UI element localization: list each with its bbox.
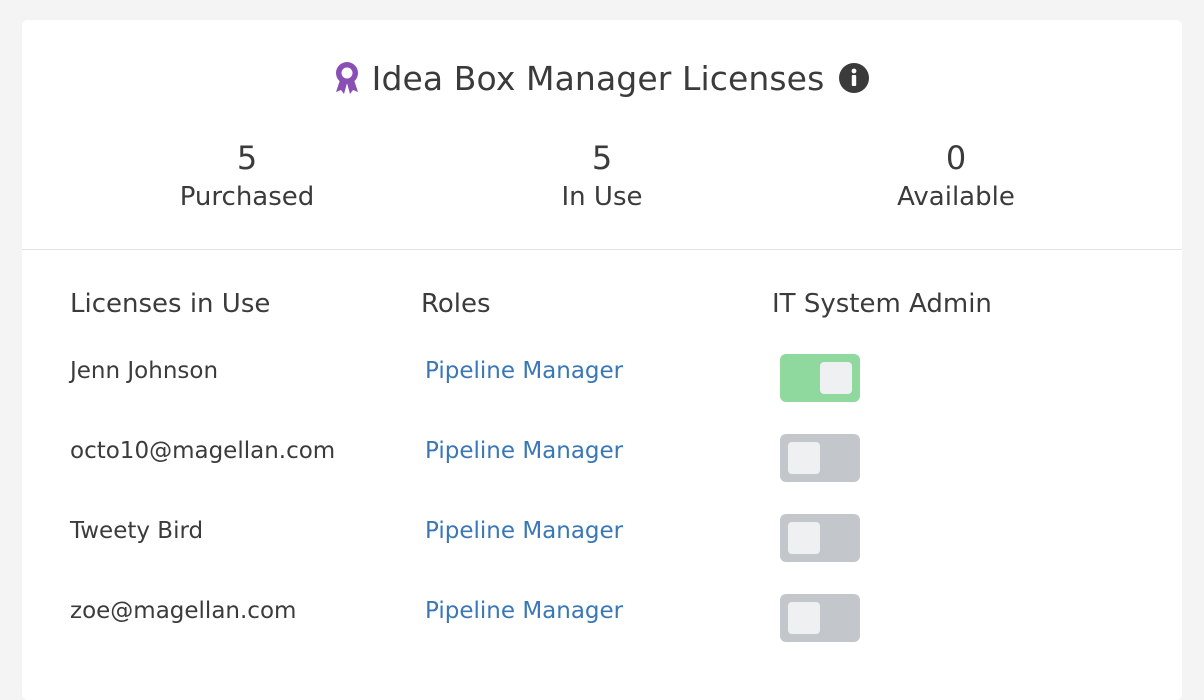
stat-value: 0 — [945, 139, 967, 177]
it-admin-toggle[interactable] — [780, 354, 860, 402]
column-header-it-admin: IT System Admin — [772, 289, 992, 319]
toggle-knob — [788, 442, 820, 474]
stat-value: 5 — [236, 139, 258, 177]
stat-available: 0 Available — [806, 136, 1106, 217]
it-admin-toggle[interactable] — [780, 434, 860, 482]
page-title: Idea Box Manager Licenses — [371, 58, 825, 98]
stat-label: Purchased — [179, 182, 315, 212]
it-admin-toggle[interactable] — [780, 514, 860, 562]
license-user-name: octo10@magellan.com — [70, 438, 336, 464]
stat-purchased: 5 Purchased — [97, 136, 397, 217]
column-header-roles: Roles — [421, 289, 491, 319]
license-user-name: zoe@magellan.com — [70, 598, 297, 624]
role-link[interactable]: Pipeline Manager — [425, 354, 623, 388]
stat-in-use: 5 In Use — [452, 136, 752, 217]
role-link[interactable]: Pipeline Manager — [425, 434, 623, 468]
license-user-name: Jenn Johnson — [70, 358, 219, 384]
licenses-card: Idea Box Manager Licenses 5 Purchased 5 … — [22, 20, 1182, 700]
toggle-knob — [788, 602, 820, 634]
info-icon[interactable] — [836, 62, 870, 94]
role-link[interactable]: Pipeline Manager — [425, 594, 623, 628]
license-user-name: Tweety Bird — [70, 518, 204, 544]
stat-label: Available — [897, 182, 1015, 212]
licenses-header: Idea Box Manager Licenses 5 Purchased 5 … — [22, 20, 1182, 250]
toggle-knob — [788, 522, 820, 554]
award-ribbon-icon — [334, 61, 360, 95]
title-row: Idea Box Manager Licenses — [22, 56, 1182, 100]
column-header-licenses: Licenses in Use — [70, 289, 271, 319]
toggle-knob — [820, 362, 852, 394]
role-link[interactable]: Pipeline Manager — [425, 514, 623, 548]
stat-value: 5 — [591, 139, 613, 177]
stat-label: In Use — [561, 182, 643, 212]
it-admin-toggle[interactable] — [780, 594, 860, 642]
